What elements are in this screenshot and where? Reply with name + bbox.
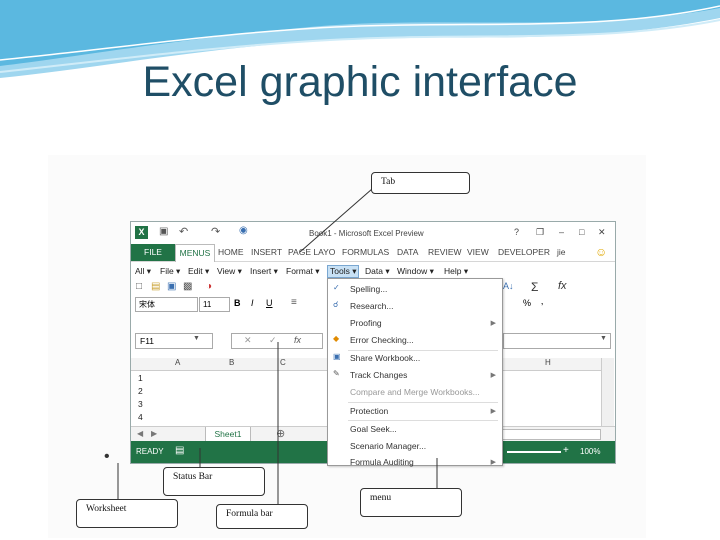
bullet-point: • — [104, 448, 110, 465]
callout-tab: Tab — [371, 172, 470, 194]
callout-menu: menu — [360, 488, 462, 517]
callout-formula-bar: Formula bar — [216, 504, 308, 529]
callout-worksheet: Worksheet — [76, 499, 178, 528]
callout-status-bar: Status Bar — [163, 467, 265, 496]
